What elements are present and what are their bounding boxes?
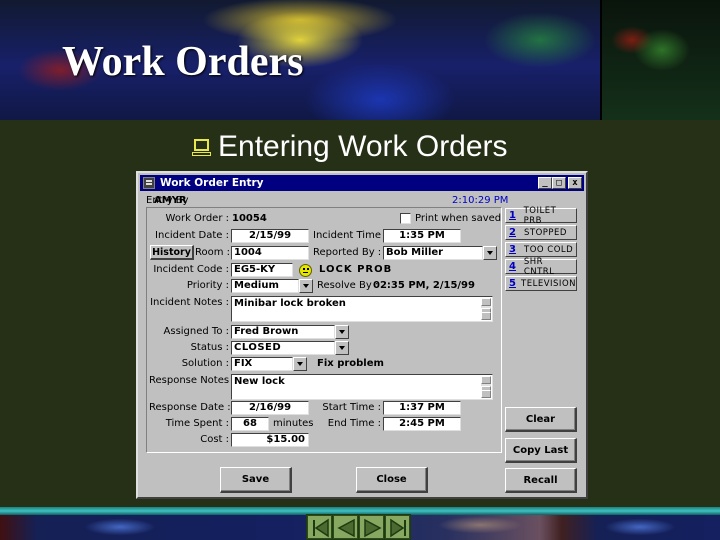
- last-icon: [390, 518, 406, 538]
- history-button[interactable]: History: [150, 245, 194, 260]
- resolve-by-value: 02:35 PM, 2/15/99: [373, 280, 475, 291]
- bullet-item: Entering Work Orders: [192, 130, 508, 164]
- priority-field[interactable]: Medium: [231, 279, 299, 293]
- quick-code-button-1[interactable]: 1 TOILET PRB: [505, 206, 577, 226]
- maximize-button[interactable]: □: [552, 177, 566, 189]
- quick-code-button-4[interactable]: 4 SHR CNTRL: [505, 257, 577, 277]
- next-icon: [364, 518, 382, 538]
- close-button[interactable]: Close: [356, 467, 428, 493]
- minimize-button[interactable]: _: [538, 177, 552, 189]
- work-order-label: Work Order :: [165, 213, 229, 224]
- time-spent-label: Time Spent :: [165, 418, 229, 429]
- end-time-label: End Time :: [327, 418, 381, 429]
- solution-label: Solution :: [181, 358, 229, 369]
- window-titlebar[interactable]: Work Order Entry _ □ x: [140, 175, 584, 191]
- last-slide-button[interactable]: [385, 515, 410, 539]
- incident-time-field[interactable]: 1:35 PM: [383, 229, 461, 243]
- response-notes-field[interactable]: New lock: [231, 374, 493, 400]
- incident-notes-scrollbar[interactable]: [481, 298, 491, 320]
- incident-notes-field[interactable]: Minibar lock broken: [231, 296, 493, 322]
- room-label: Room :: [195, 247, 231, 258]
- reported-by-combo[interactable]: Bob Miller: [383, 246, 497, 260]
- previous-slide-button[interactable]: [333, 515, 358, 539]
- reported-by-label: Reported By :: [313, 247, 382, 258]
- response-date-label: Response Date :: [149, 402, 231, 413]
- status-combo[interactable]: CLOSED: [231, 341, 349, 355]
- clear-button[interactable]: Clear: [505, 407, 577, 432]
- time-spent-field[interactable]: 68: [231, 417, 269, 431]
- solution-description: Fix problem: [317, 358, 384, 369]
- quick-code-button-3[interactable]: 3 TOO COLD: [505, 242, 577, 257]
- recall-button[interactable]: Recall: [505, 468, 577, 493]
- start-time-label: Start Time :: [322, 402, 381, 413]
- priority-label: Priority :: [186, 280, 229, 291]
- computer-icon: [192, 136, 212, 158]
- print-when-saved-label: Print when saved: [415, 213, 502, 224]
- quick-code-button-5[interactable]: 5 TELEVISION: [505, 276, 577, 291]
- start-time-field[interactable]: 1:37 PM: [383, 401, 461, 415]
- incident-notes-label: Incident Notes :: [150, 297, 229, 308]
- entry-by: Entry By AMYR: [146, 195, 189, 206]
- header-banner-side-image: [600, 0, 720, 120]
- next-slide-button[interactable]: [359, 515, 384, 539]
- chevron-down-icon[interactable]: [483, 246, 497, 260]
- solution-combo[interactable]: FIX: [231, 357, 307, 371]
- response-notes-scrollbar[interactable]: [481, 376, 491, 398]
- print-when-saved-checkbox[interactable]: [400, 213, 411, 224]
- quick-code-button-2[interactable]: 2 STOPPED: [505, 225, 577, 240]
- response-notes-label: Response Notes :: [149, 375, 236, 386]
- copy-last-button[interactable]: Copy Last: [505, 438, 577, 463]
- incident-date-field[interactable]: 2/15/99: [231, 229, 309, 243]
- cost-field[interactable]: $15.00: [231, 433, 309, 447]
- incident-notes-text: Minibar lock broken: [234, 298, 346, 309]
- status-field[interactable]: CLOSED: [231, 341, 335, 355]
- previous-icon: [337, 518, 355, 538]
- assigned-to-label: Assigned To :: [163, 326, 229, 337]
- response-notes-text: New lock: [234, 376, 285, 387]
- assigned-to-field[interactable]: Fred Brown: [231, 325, 335, 339]
- chevron-down-icon[interactable]: [335, 341, 349, 355]
- chevron-down-icon[interactable]: [335, 325, 349, 339]
- chevron-down-icon[interactable]: [293, 357, 307, 371]
- incident-time-label: Incident Time :: [313, 230, 388, 241]
- window-close-button[interactable]: x: [568, 177, 582, 189]
- assigned-to-combo[interactable]: Fred Brown: [231, 325, 349, 339]
- clock: 2:10:29 PM: [452, 195, 509, 206]
- incident-date-label: Incident Date :: [155, 230, 229, 241]
- save-button[interactable]: Save: [220, 467, 292, 493]
- response-date-field[interactable]: 2/16/99: [231, 401, 309, 415]
- work-order-entry-window: Work Order Entry _ □ x Entry By AMYR 2:1…: [136, 171, 588, 499]
- cost-label: Cost :: [200, 434, 229, 445]
- window-title: Work Order Entry: [160, 177, 264, 189]
- smiley-icon: [299, 264, 312, 277]
- time-spent-unit: minutes: [273, 418, 314, 429]
- reported-by-field[interactable]: Bob Miller: [383, 246, 483, 260]
- slide-title: Work Orders: [62, 39, 304, 85]
- work-order-value: 10054: [232, 213, 267, 224]
- end-time-field[interactable]: 2:45 PM: [383, 417, 461, 431]
- bullet-text: Entering Work Orders: [218, 130, 508, 163]
- resolve-by-label: Resolve By :: [317, 280, 379, 291]
- first-slide-button[interactable]: [307, 515, 332, 539]
- incident-code-description: LOCK PROB: [319, 264, 393, 275]
- slide-navigation: [306, 514, 411, 540]
- first-icon: [313, 518, 329, 538]
- solution-field[interactable]: FIX: [231, 357, 293, 371]
- status-label: Status :: [190, 342, 229, 353]
- priority-combo[interactable]: Medium: [231, 279, 313, 293]
- incident-code-label: Incident Code :: [153, 264, 229, 275]
- chevron-down-icon[interactable]: [299, 279, 313, 293]
- entry-by-label: Entry By: [146, 195, 189, 206]
- room-field[interactable]: 1004: [231, 246, 309, 260]
- form-panel: Work Order : 10054 Print when saved Inci…: [146, 207, 502, 453]
- incident-code-field[interactable]: EG5-KY: [231, 263, 293, 277]
- form-icon[interactable]: [143, 177, 155, 189]
